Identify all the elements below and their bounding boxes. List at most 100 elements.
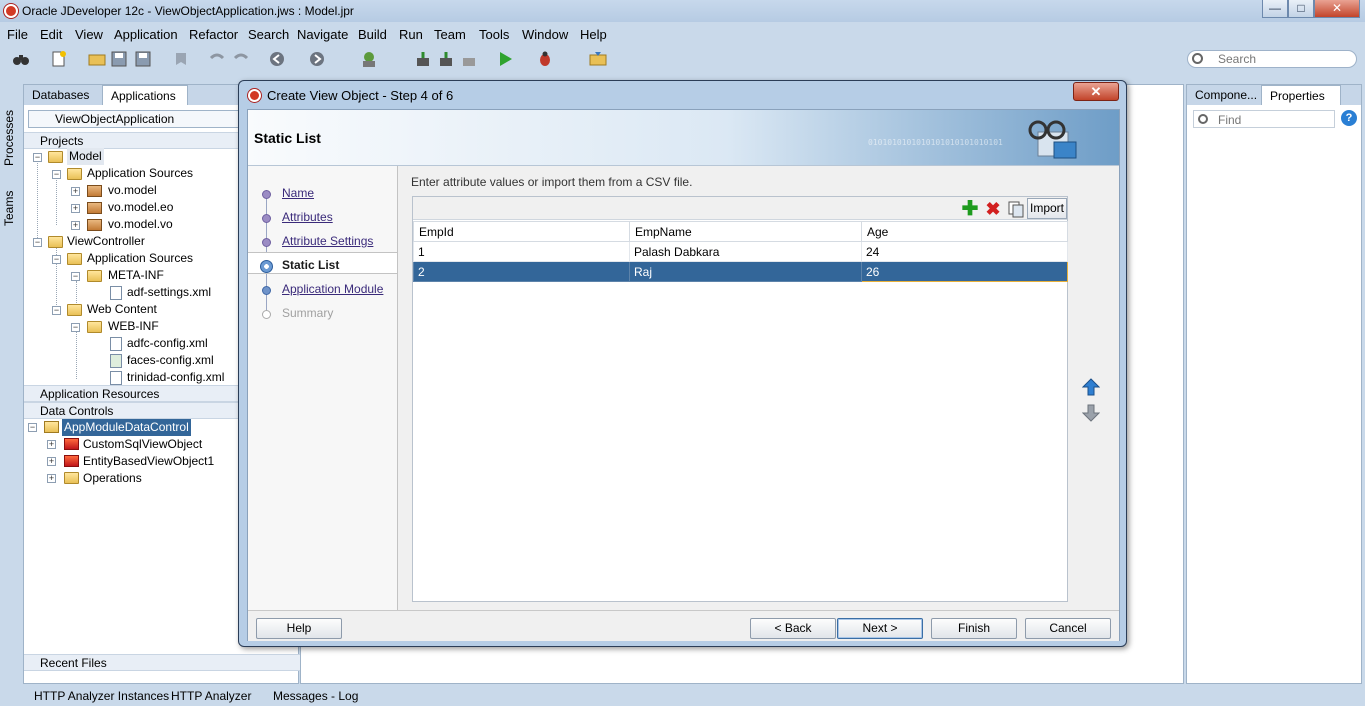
column-header-empname[interactable]: EmpName xyxy=(629,221,862,242)
tab-applications[interactable]: Applications xyxy=(102,85,188,105)
rebuild-icon[interactable] xyxy=(437,50,455,68)
menu-window[interactable]: Window xyxy=(522,27,568,42)
table-row-selected[interactable]: 2 Raj 26 xyxy=(413,261,1068,282)
tree-node-trinidad-config[interactable]: trinidad-config.xml xyxy=(127,369,224,386)
deploy-icon[interactable] xyxy=(589,50,607,68)
status-http-analyzer[interactable]: HTTP Analyzer xyxy=(171,689,251,703)
cell-age-focused[interactable]: 26 xyxy=(861,261,1068,282)
back-button[interactable]: < Back xyxy=(750,618,836,639)
tab-databases[interactable]: Databases xyxy=(24,85,97,105)
recent-files-header[interactable]: Recent Files xyxy=(24,654,300,671)
step-static-list[interactable]: Static List xyxy=(282,258,339,272)
expand-toggle[interactable]: − xyxy=(28,423,37,432)
step-application-module[interactable]: Application Module xyxy=(282,282,383,296)
redo-icon[interactable] xyxy=(232,50,250,68)
back-nav-icon[interactable] xyxy=(268,50,286,68)
tree-node-viewcontroller[interactable]: ViewController xyxy=(67,233,145,250)
move-up-icon[interactable] xyxy=(1082,378,1100,396)
binoculars-icon[interactable] xyxy=(12,50,30,68)
find-input[interactable]: Find xyxy=(1193,110,1335,128)
save-icon[interactable] xyxy=(110,50,128,68)
menu-tools[interactable]: Tools xyxy=(479,27,509,42)
expand-toggle[interactable]: − xyxy=(71,323,80,332)
cell-empname[interactable]: Raj xyxy=(629,261,862,282)
expand-toggle[interactable]: − xyxy=(52,170,61,179)
make-icon[interactable] xyxy=(414,50,432,68)
help-button[interactable]: Help xyxy=(256,618,342,639)
tree-node-application-sources-vc[interactable]: Application Sources xyxy=(87,250,193,267)
expand-toggle[interactable]: + xyxy=(47,457,56,466)
table-row[interactable]: 1 Palash Dabkara 24 xyxy=(413,241,1068,262)
new-file-icon[interactable] xyxy=(50,50,68,68)
menu-help[interactable]: Help xyxy=(580,27,607,42)
forward-nav-icon[interactable] xyxy=(308,50,326,68)
menu-search[interactable]: Search xyxy=(248,27,289,42)
step-name[interactable]: Name xyxy=(282,186,314,200)
minimize-button[interactable]: — xyxy=(1262,0,1288,18)
menu-refactor[interactable]: Refactor xyxy=(189,27,238,42)
copy-rows-icon[interactable] xyxy=(1007,200,1025,218)
cell-empid[interactable]: 2 xyxy=(413,261,630,282)
sql-worksheet-icon[interactable] xyxy=(360,50,378,68)
close-file-icon[interactable] xyxy=(172,50,190,68)
cancel-build-icon[interactable] xyxy=(460,50,478,68)
tree-node-customsqlviewobject[interactable]: CustomSqlViewObject xyxy=(83,436,202,453)
tree-node-application-sources[interactable]: Application Sources xyxy=(87,165,193,182)
run-icon[interactable] xyxy=(496,50,514,68)
tab-properties[interactable]: Properties xyxy=(1261,85,1341,105)
expand-toggle[interactable]: + xyxy=(71,221,80,230)
column-header-age[interactable]: Age xyxy=(861,221,1068,242)
expand-toggle[interactable]: + xyxy=(47,440,56,449)
tree-node-web-content[interactable]: Web Content xyxy=(87,301,157,318)
delete-row-icon[interactable]: ✖ xyxy=(984,200,1002,218)
menu-navigate[interactable]: Navigate xyxy=(297,27,348,42)
tree-node-vo-model-eo[interactable]: vo.model.eo xyxy=(108,199,173,216)
status-messages-log[interactable]: Messages - Log xyxy=(273,689,358,703)
tree-node-operations[interactable]: Operations xyxy=(83,470,142,487)
menu-team[interactable]: Team xyxy=(434,27,466,42)
expand-toggle[interactable]: − xyxy=(33,153,42,162)
expand-toggle[interactable]: + xyxy=(71,204,80,213)
next-button[interactable]: Next > xyxy=(837,618,923,639)
move-down-icon[interactable] xyxy=(1082,404,1100,422)
import-button[interactable]: Import xyxy=(1027,198,1067,219)
expand-toggle[interactable]: − xyxy=(33,238,42,247)
cell-empname[interactable]: Palash Dabkara xyxy=(629,241,862,262)
open-folder-icon[interactable] xyxy=(88,50,106,68)
tree-node-faces-config[interactable]: faces-config.xml xyxy=(127,352,214,369)
help-icon[interactable]: ? xyxy=(1341,110,1357,126)
expand-toggle[interactable]: − xyxy=(52,255,61,264)
add-row-icon[interactable]: ✚ xyxy=(961,199,979,219)
application-selector[interactable]: ViewObjectApplication xyxy=(28,110,252,128)
close-window-button[interactable]: ✕ xyxy=(1314,0,1360,18)
menu-run[interactable]: Run xyxy=(399,27,423,42)
tree-node-meta-inf[interactable]: META-INF xyxy=(108,267,164,284)
dialog-close-button[interactable]: ✕ xyxy=(1073,82,1119,101)
tree-node-entitybasedviewobject1[interactable]: EntityBasedViewObject1 xyxy=(83,453,214,470)
expand-toggle[interactable]: + xyxy=(71,187,80,196)
menu-edit[interactable]: Edit xyxy=(40,27,62,42)
column-header-empid[interactable]: EmpId xyxy=(413,221,630,242)
tree-node-model[interactable]: Model xyxy=(67,148,104,165)
cell-age[interactable]: 24 xyxy=(861,241,1068,262)
tree-node-appmodule-datacontrol[interactable]: AppModuleDataControl xyxy=(62,419,191,436)
step-attributes[interactable]: Attributes xyxy=(282,210,333,224)
menu-view[interactable]: View xyxy=(75,27,103,42)
debug-icon[interactable] xyxy=(536,50,554,68)
processes-tab[interactable]: Processes xyxy=(2,106,20,170)
save-all-icon[interactable] xyxy=(134,50,152,68)
tab-components[interactable]: Compone... xyxy=(1187,85,1265,105)
step-attribute-settings[interactable]: Attribute Settings xyxy=(282,234,373,248)
cancel-button[interactable]: Cancel xyxy=(1025,618,1111,639)
tree-node-web-inf[interactable]: WEB-INF xyxy=(108,318,159,335)
maximize-button[interactable]: □ xyxy=(1288,0,1314,18)
menu-build[interactable]: Build xyxy=(358,27,387,42)
tree-node-adf-settings[interactable]: adf-settings.xml xyxy=(127,284,211,301)
menu-file[interactable]: File xyxy=(7,27,28,42)
tree-node-adfc-config[interactable]: adfc-config.xml xyxy=(127,335,208,352)
finish-button[interactable]: Finish xyxy=(931,618,1017,639)
expand-toggle[interactable]: − xyxy=(71,272,80,281)
menu-application[interactable]: Application xyxy=(114,27,178,42)
tree-node-vo-model[interactable]: vo.model xyxy=(108,182,157,199)
undo-icon[interactable] xyxy=(208,50,226,68)
